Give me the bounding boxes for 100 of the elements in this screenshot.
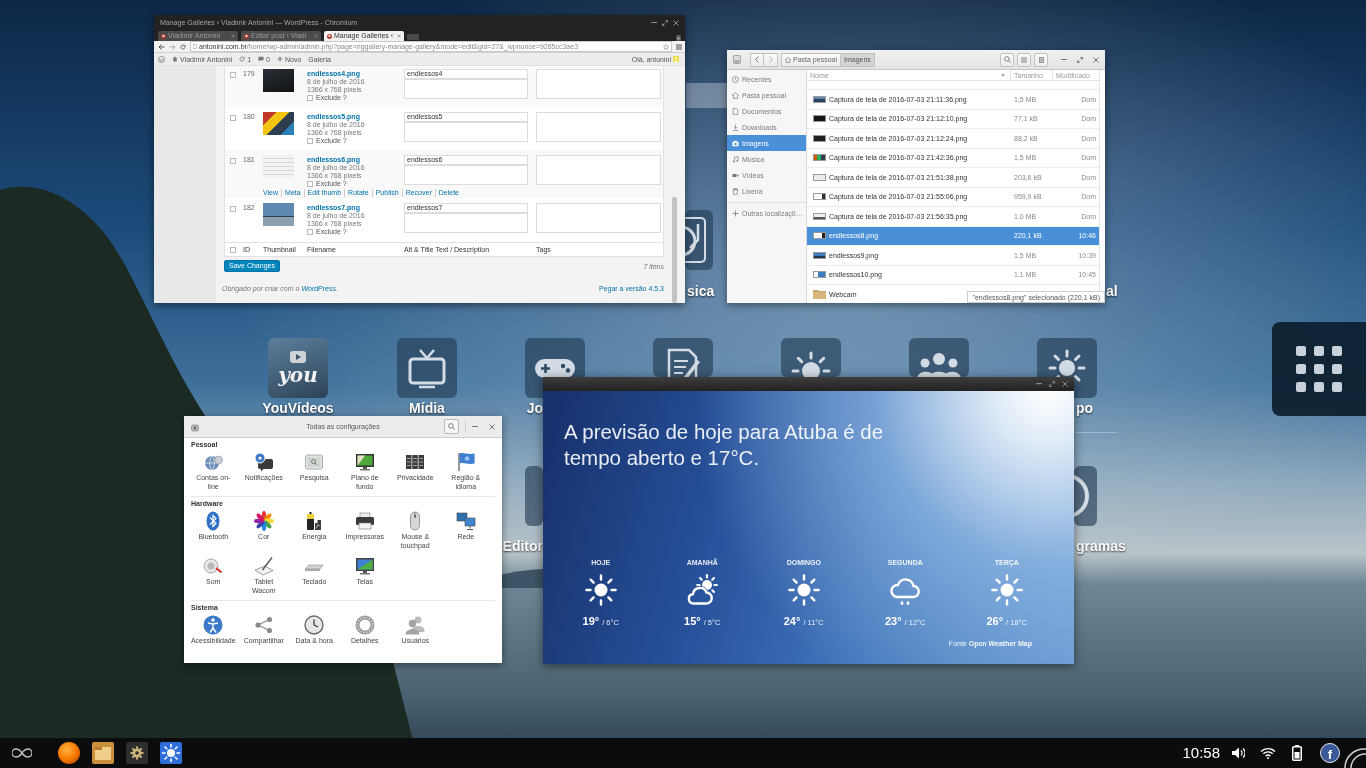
scrollbar-thumb[interactable] [672, 197, 677, 303]
social-app-button[interactable]: f [1320, 743, 1340, 763]
battery-icon[interactable] [1292, 745, 1302, 761]
thumbnail-image [263, 112, 294, 135]
chevron-left-icon [755, 56, 759, 63]
sphere-icon[interactable] [58, 742, 80, 764]
exclude-checkbox[interactable] [307, 181, 313, 187]
app-grid-button[interactable] [1272, 322, 1366, 416]
close-icon[interactable] [314, 34, 318, 38]
app-tile[interactable]: you [268, 338, 328, 398]
tags-field[interactable] [536, 155, 661, 185]
exclude-checkbox[interactable] [307, 229, 313, 235]
close-icon[interactable] [1062, 381, 1068, 387]
minimize-icon[interactable] [472, 425, 478, 428]
infinity-icon[interactable] [12, 748, 32, 758]
app-label[interactable]: al [1106, 283, 1118, 299]
description-field[interactable] [404, 165, 528, 185]
app-tile[interactable] [525, 466, 543, 526]
close-icon[interactable] [489, 423, 495, 430]
minimize-icon[interactable] [651, 21, 657, 24]
app-label[interactable]: Mídia [367, 400, 487, 416]
torus-icon[interactable] [354, 615, 375, 635]
wifi-icon[interactable] [1260, 747, 1276, 759]
comment-icon [258, 56, 265, 62]
back-arrow-icon[interactable] [158, 43, 165, 50]
users-icon[interactable] [405, 615, 426, 635]
favicon-icon [161, 33, 166, 39]
gear-icon[interactable] [126, 742, 148, 764]
trash-icon [732, 187, 739, 195]
maximize-icon[interactable] [662, 19, 668, 26]
high-temperature: 23° [884, 615, 902, 628]
search-icon [1003, 56, 1011, 63]
row-checkbox[interactable] [230, 115, 236, 121]
tags-field[interactable] [536, 203, 661, 233]
menu-button[interactable] [1034, 52, 1048, 67]
forward-arrow-icon[interactable] [169, 43, 176, 50]
description-field[interactable] [404, 213, 528, 233]
speaker-icon[interactable] [203, 556, 224, 576]
sun-icon [787, 574, 820, 606]
row-checkbox[interactable] [230, 72, 236, 78]
clock-icon[interactable] [304, 615, 325, 635]
volume-icon[interactable] [1231, 747, 1245, 759]
down-arrow-icon[interactable] [676, 35, 681, 41]
share-icon[interactable] [253, 615, 274, 635]
minimize-icon[interactable] [1036, 383, 1042, 385]
close-icon[interactable] [397, 34, 401, 38]
globe-icon[interactable] [203, 452, 224, 472]
folder-icon[interactable] [92, 742, 114, 764]
flag-icon[interactable] [455, 452, 476, 472]
exclude-checkbox[interactable] [307, 95, 313, 101]
chat-bubble-icon[interactable] [253, 452, 274, 472]
sun-icon[interactable] [160, 742, 182, 764]
tags-field[interactable] [536, 69, 661, 99]
tags-field[interactable] [536, 112, 661, 142]
maximize-icon[interactable] [1049, 381, 1055, 387]
tv-icon[interactable] [397, 338, 457, 398]
description-field[interactable] [404, 122, 528, 142]
taskbar-clock[interactable]: 10:58 [1182, 744, 1220, 762]
thumbnail-image [263, 155, 294, 178]
landscape-monitor-icon[interactable] [354, 452, 375, 472]
search-field[interactable] [686, 83, 727, 108]
reload-icon[interactable] [180, 43, 186, 50]
search-button[interactable] [444, 419, 459, 434]
logo-icon[interactable] [158, 55, 165, 63]
image-thumbnail [813, 271, 826, 279]
back-button[interactable] [750, 52, 764, 67]
monitor-icon[interactable] [354, 556, 375, 576]
printer-icon[interactable] [354, 511, 375, 531]
computers-icon[interactable] [455, 511, 476, 531]
search-icon[interactable] [304, 452, 325, 472]
favicon-icon [327, 33, 332, 39]
clock-icon [732, 75, 739, 83]
row-checkbox[interactable] [230, 206, 236, 212]
pinwheel-icon[interactable] [253, 511, 274, 531]
maximize-icon[interactable] [1077, 56, 1083, 63]
exclude-checkbox[interactable] [307, 138, 313, 144]
sunrise-icon[interactable] [781, 338, 841, 377]
star-icon[interactable] [663, 43, 669, 50]
app-label[interactable]: sica [687, 283, 715, 299]
drawing-tablet-icon[interactable] [253, 556, 274, 576]
view-button[interactable] [1017, 52, 1031, 67]
app-label[interactable]: YouVídeos [238, 400, 358, 416]
accessibility-icon[interactable] [203, 615, 224, 635]
cabinet-icon[interactable] [405, 452, 426, 472]
thumbnail-image [263, 203, 294, 226]
select-all-checkbox[interactable] [230, 246, 236, 253]
close-icon[interactable] [673, 19, 679, 26]
forecast-headline: A previsão de hoje para Atuba é de tempo aberto e 17°C. [564, 419, 885, 471]
sort-arrow-icon[interactable] [1001, 73, 1005, 77]
plus-icon [732, 210, 739, 217]
corner-ring-icon[interactable] [1344, 748, 1366, 768]
close-icon[interactable] [231, 34, 235, 38]
row-checkbox[interactable] [230, 158, 236, 164]
search-button[interactable] [1000, 52, 1014, 67]
description-field[interactable] [404, 79, 528, 99]
minimize-icon[interactable] [1061, 58, 1067, 61]
menu-icon[interactable] [676, 43, 682, 50]
people-icon[interactable] [909, 338, 969, 377]
close-icon[interactable] [1093, 56, 1099, 63]
forward-button[interactable] [764, 52, 778, 67]
